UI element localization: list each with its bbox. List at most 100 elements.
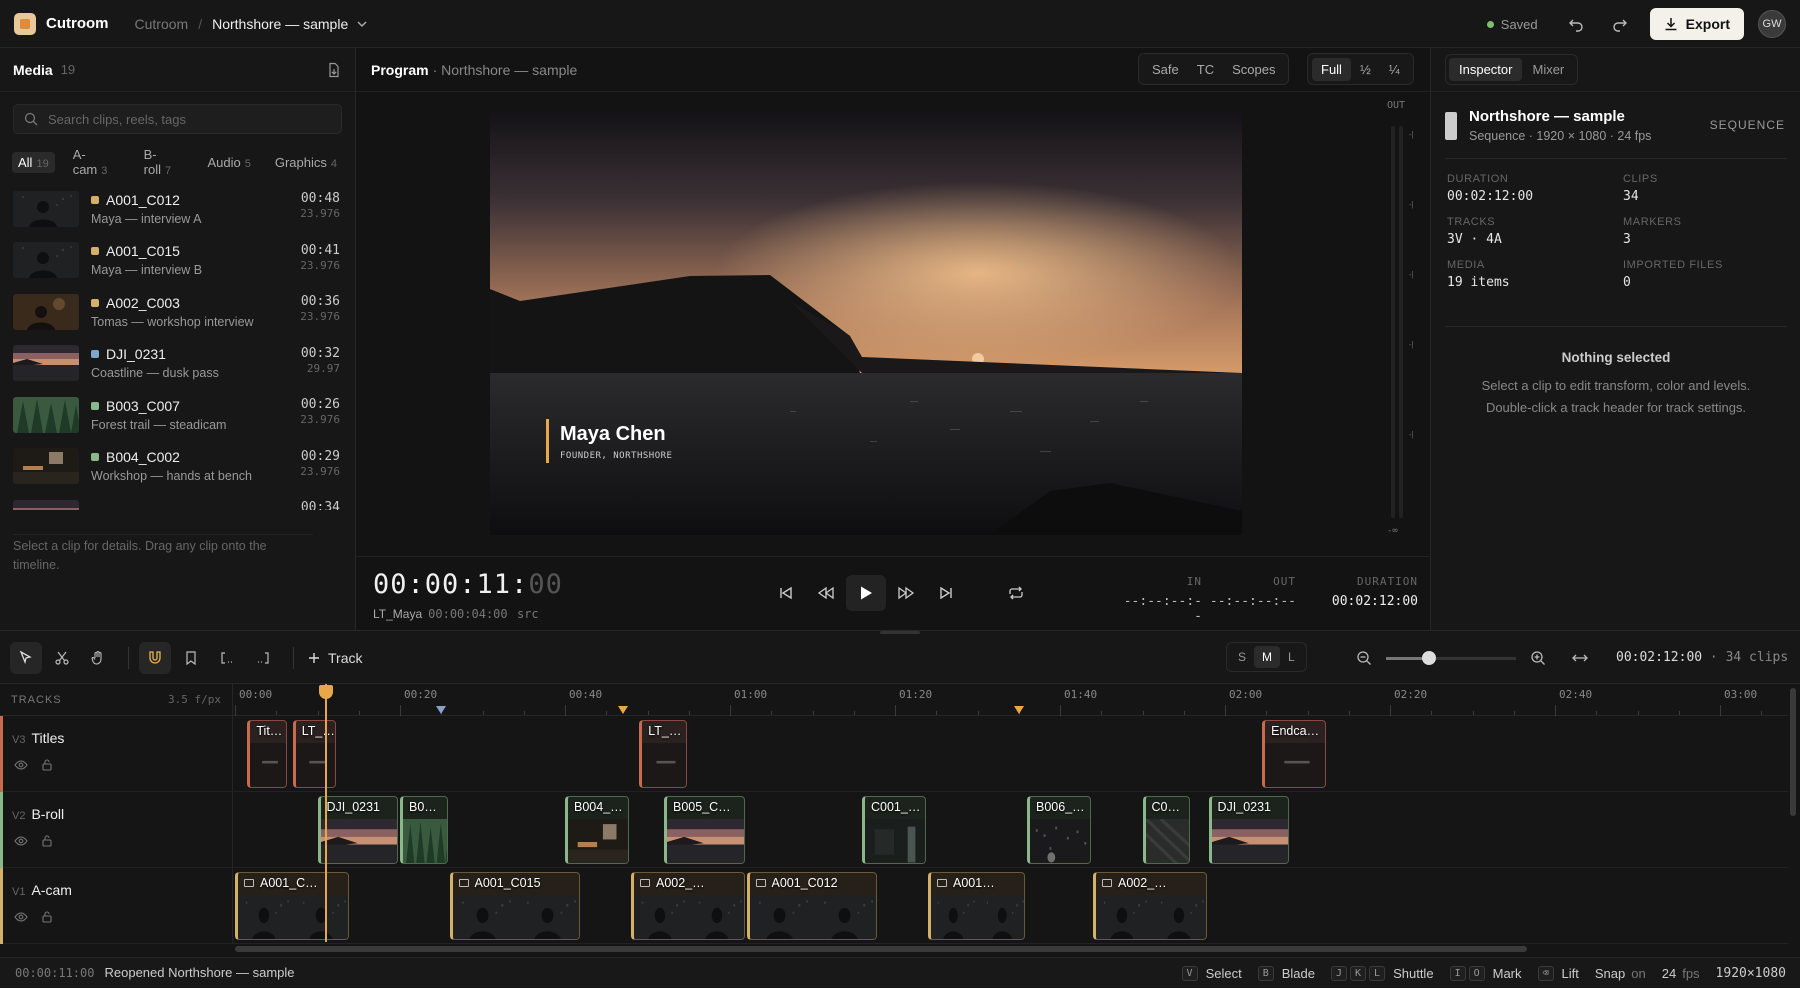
size-medium[interactable]: M bbox=[1254, 646, 1281, 668]
size-large[interactable]: L bbox=[1280, 646, 1303, 668]
undo-button[interactable] bbox=[1562, 10, 1590, 38]
time-ruler[interactable]: 00:00 00:20 00:40 01:00 01:20 01:40 02:00 02:20… bbox=[233, 684, 1788, 716]
add-track-button[interactable]: Track bbox=[308, 650, 362, 666]
timeline-marker[interactable] bbox=[617, 706, 628, 714]
timeline-clip[interactable]: A002_… bbox=[1093, 872, 1207, 940]
sequence-tag: SEQUENCE bbox=[1709, 118, 1785, 132]
media-clip-item[interactable]: B003_C007 Forest trail — steadicam 00:26… bbox=[0, 389, 356, 441]
panel-resize-handle[interactable] bbox=[880, 631, 920, 634]
track-header-a-cam[interactable]: V1 A-cam bbox=[0, 868, 233, 944]
snap-toggle[interactable] bbox=[139, 642, 171, 674]
timeline-clip[interactable]: B0… bbox=[400, 796, 448, 864]
timeline-clip-label: B004_… bbox=[574, 800, 623, 814]
media-clip-item[interactable]: A001_C015 Maya — interview B 00:41 23.976 bbox=[0, 235, 356, 287]
timeline-clip[interactable]: C0… bbox=[1142, 796, 1190, 864]
breadcrumb-project[interactable]: Northshore — sample bbox=[212, 16, 348, 32]
track-header-b-roll[interactable]: V2 B-roll bbox=[0, 792, 233, 868]
filter-b-roll[interactable]: B-roll 7 bbox=[138, 144, 190, 180]
search-input[interactable]: Search clips, reels, tags bbox=[13, 104, 342, 134]
zoom-in-icon[interactable] bbox=[1530, 650, 1546, 666]
timeline-clip[interactable]: A002_… bbox=[631, 872, 745, 940]
media-clip-item[interactable]: A002_C003 Tomas — workshop interview 00:… bbox=[0, 286, 356, 338]
timeline-clip[interactable]: A001_C015 bbox=[449, 872, 580, 940]
lock-icon[interactable] bbox=[40, 910, 54, 924]
media-clip-item[interactable]: A001_C012 Maya — interview A 00:48 23.976 bbox=[0, 183, 356, 235]
clip-name: A001_C012 bbox=[91, 192, 201, 208]
fast-forward-button[interactable] bbox=[886, 575, 926, 611]
lane-b-roll[interactable]: DJI_0231 B0… B004_… B005_C… C001_… B006_… C0… D… bbox=[233, 792, 1788, 868]
timeline-clip[interactable]: C001_… bbox=[862, 796, 926, 864]
track-header-titles[interactable]: V3 Titles bbox=[0, 716, 233, 792]
timeline-clip[interactable]: B006_… bbox=[1027, 796, 1091, 864]
lock-icon[interactable] bbox=[40, 834, 54, 848]
vertical-scrollbar[interactable] bbox=[1790, 684, 1796, 942]
playhead-handle[interactable] bbox=[318, 685, 333, 699]
lock-icon[interactable] bbox=[40, 758, 54, 772]
filter-all[interactable]: All 19 bbox=[12, 151, 55, 173]
playhead[interactable] bbox=[318, 684, 333, 942]
blade-tool[interactable] bbox=[46, 642, 78, 674]
media-clip-item[interactable]: DJI_0231 Coastline — dusk pass 00:32 29.9… bbox=[0, 338, 356, 390]
timeline-marker[interactable] bbox=[436, 706, 447, 714]
tab-mixer[interactable]: Mixer bbox=[1522, 58, 1574, 81]
timeline-clip[interactable]: B005_C… bbox=[664, 796, 745, 864]
timeline-clip[interactable]: DJI_0231 bbox=[317, 796, 398, 864]
snap-status[interactable]: Snap on bbox=[1595, 966, 1646, 981]
loop-button[interactable] bbox=[996, 575, 1036, 611]
timeline-marker[interactable] bbox=[1013, 706, 1024, 714]
go-to-end-button[interactable] bbox=[926, 575, 966, 611]
play-button[interactable] bbox=[846, 575, 886, 611]
avatar[interactable]: GW bbox=[1758, 10, 1786, 38]
tab-inspector[interactable]: Inspector bbox=[1449, 58, 1523, 81]
timeline-clip[interactable]: DJI_0231 bbox=[1208, 796, 1289, 864]
import-file-icon[interactable] bbox=[326, 62, 342, 78]
redo-button[interactable] bbox=[1606, 10, 1634, 38]
timeline-clip[interactable]: B004_… bbox=[565, 796, 629, 864]
chevron-down-icon[interactable] bbox=[356, 18, 368, 30]
media-clip-item[interactable]: B004_C002 Workshop — hands at bench 00:2… bbox=[0, 441, 356, 493]
scale-half[interactable]: ½ bbox=[1351, 58, 1380, 81]
filter-graphics[interactable]: Graphics 4 bbox=[269, 152, 343, 173]
lane-titles[interactable]: Tit… LT_… LT_… Endca… bbox=[233, 716, 1788, 792]
eye-icon[interactable] bbox=[14, 834, 28, 848]
zoom-out-icon[interactable] bbox=[1356, 650, 1372, 666]
breadcrumb-root[interactable]: Cutroom bbox=[135, 16, 189, 32]
zoom-slider[interactable] bbox=[1386, 650, 1516, 665]
mark-out-button[interactable] bbox=[247, 642, 279, 674]
hand-tool[interactable] bbox=[82, 642, 114, 674]
zoom-slider-handle[interactable] bbox=[1422, 650, 1436, 665]
timeline-clip[interactable]: Endca… bbox=[1262, 720, 1327, 788]
select-tool[interactable] bbox=[10, 642, 42, 674]
lane-a-cam[interactable]: A001_C… A001_C015 A002_… A001_C012 A001… A002… bbox=[233, 868, 1788, 944]
sequence-subtitle: Sequence · 1920 × 1080 · 24 fps bbox=[1469, 129, 1652, 143]
filter-a-cam[interactable]: A-cam 3 bbox=[67, 144, 126, 180]
video-viewer[interactable]: Maya Chen FOUNDER, NORTHSHORE bbox=[490, 111, 1242, 535]
timeline-clip[interactable]: A001_C012 bbox=[746, 872, 877, 940]
timeline-clip[interactable]: LT_… bbox=[292, 720, 337, 788]
size-small[interactable]: S bbox=[1230, 646, 1254, 668]
mark-in-button[interactable] bbox=[211, 642, 243, 674]
timeline-clip[interactable]: Tit… bbox=[247, 720, 287, 788]
marker-button[interactable] bbox=[175, 642, 207, 674]
timeline-summary: 00:02:12:00 · 34 clips bbox=[1616, 650, 1789, 665]
eye-icon[interactable] bbox=[14, 910, 28, 924]
timeline-clip[interactable]: A001… bbox=[928, 872, 1025, 940]
rewind-button[interactable] bbox=[806, 575, 846, 611]
horizontal-scrollbar[interactable] bbox=[233, 946, 1788, 952]
filter-audio[interactable]: Audio 5 bbox=[201, 152, 256, 173]
scale-full[interactable]: Full bbox=[1312, 57, 1351, 81]
timeline-clip[interactable]: A001_C… bbox=[235, 872, 349, 940]
eye-icon[interactable] bbox=[14, 758, 28, 772]
timeline-clip-label: B0… bbox=[409, 800, 437, 814]
go-to-start-button[interactable] bbox=[766, 575, 806, 611]
video-clip-icon bbox=[755, 879, 766, 887]
scale-quarter[interactable]: ¼ bbox=[1380, 58, 1409, 81]
export-button[interactable]: Export bbox=[1649, 8, 1744, 40]
timeline-clip[interactable]: LT_… bbox=[639, 720, 687, 788]
tc-toggle[interactable]: TC bbox=[1188, 58, 1223, 81]
zoom-fit-icon[interactable] bbox=[1572, 652, 1588, 664]
search-placeholder: Search clips, reels, tags bbox=[48, 111, 187, 127]
safe-toggle[interactable]: Safe bbox=[1143, 58, 1188, 81]
media-clip-item[interactable]: B005_C011 00:34 bbox=[0, 492, 356, 510]
scopes-toggle[interactable]: Scopes bbox=[1223, 58, 1284, 81]
